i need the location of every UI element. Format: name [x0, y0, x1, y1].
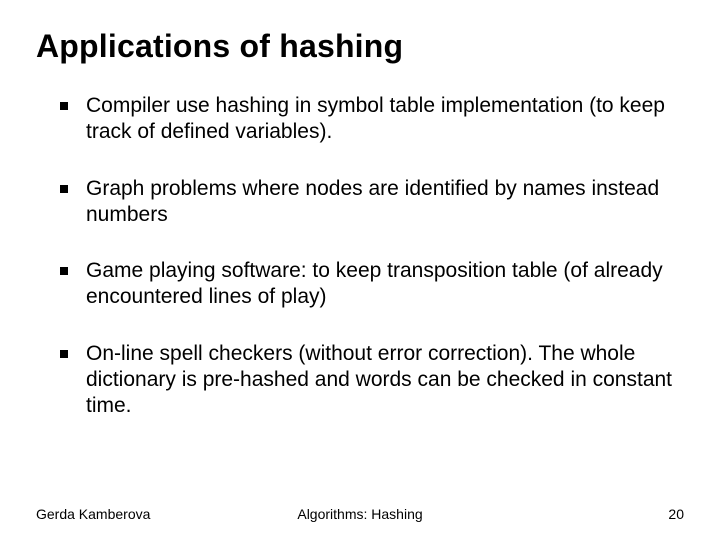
slide: Applications of hashing Compiler use has… — [0, 0, 720, 540]
bullet-list: Compiler use hashing in symbol table imp… — [36, 93, 684, 419]
footer: Gerda Kamberova Algorithms: Hashing 20 — [0, 506, 720, 526]
footer-page-number: 20 — [668, 506, 684, 522]
footer-title: Algorithms: Hashing — [0, 506, 720, 522]
list-item: Compiler use hashing in symbol table imp… — [60, 93, 684, 146]
slide-title: Applications of hashing — [36, 28, 684, 65]
list-item: Graph problems where nodes are identifie… — [60, 176, 684, 229]
list-item: Game playing software: to keep transposi… — [60, 258, 684, 311]
list-item: On-line spell checkers (without error co… — [60, 341, 684, 420]
